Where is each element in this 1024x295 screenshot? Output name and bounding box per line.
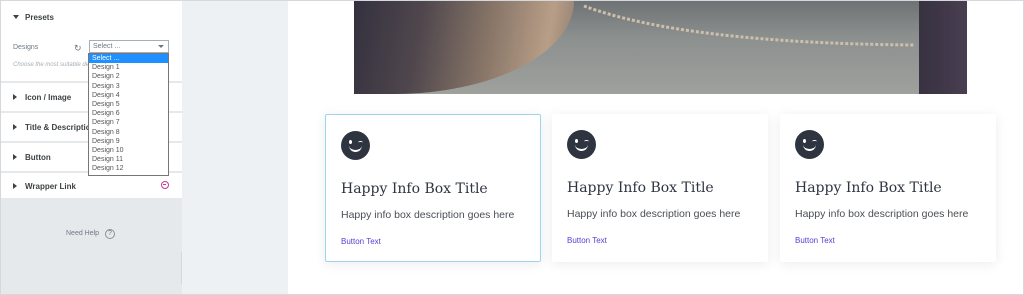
icon-image-label: Icon / Image [25, 93, 72, 102]
dropdown-option[interactable]: Design 12 [89, 164, 168, 173]
wink-emoji-icon [795, 130, 824, 159]
designs-dropdown-list: Select ... Design 1 Design 2 Design 3 De… [88, 53, 169, 176]
dropdown-option[interactable]: Design 3 [89, 82, 168, 91]
caret-down-icon [13, 15, 19, 19]
wrapper-link-section[interactable]: Wrapper Link [1, 173, 182, 198]
info-box-button[interactable]: Button Text [795, 236, 835, 245]
wink-emoji-icon [341, 131, 370, 160]
dropdown-option[interactable]: Design 8 [89, 128, 168, 137]
info-box-button[interactable]: Button Text [567, 236, 607, 245]
wrapper-link-label: Wrapper Link [25, 182, 76, 191]
info-box-card[interactable]: Happy Info Box Title Happy info box desc… [325, 114, 541, 262]
dropdown-option[interactable]: Design 6 [89, 109, 168, 118]
preview-gutter [182, 1, 288, 294]
button-label: Button [25, 153, 51, 162]
caret-right-icon [13, 183, 17, 189]
info-box-card[interactable]: Happy Info Box Title Happy info box desc… [552, 114, 768, 262]
refresh-icon[interactable]: ↻ [74, 44, 82, 53]
info-box-card[interactable]: Happy Info Box Title Happy info box desc… [780, 114, 996, 262]
info-box-title: Happy Info Box Title [795, 180, 942, 196]
hero-photo [354, 1, 967, 94]
caret-right-icon [13, 154, 17, 160]
dropdown-option[interactable]: Design 10 [89, 146, 168, 155]
dropdown-option[interactable]: Design 11 [89, 155, 168, 164]
dropdown-option[interactable]: Design 1 [89, 63, 168, 72]
dropdown-option[interactable]: Design 4 [89, 91, 168, 100]
dropdown-option[interactable]: Design 7 [89, 118, 168, 127]
designs-label: Designs [13, 44, 39, 51]
designs-select[interactable]: Select ... [89, 40, 169, 53]
need-help-link[interactable]: Need Help [66, 230, 99, 237]
help-icon[interactable]: ? [105, 229, 115, 239]
presets-help-text: Choose the most suitable design [13, 62, 101, 68]
info-box-title: Happy Info Box Title [567, 180, 714, 196]
info-box-title: Happy Info Box Title [341, 181, 488, 197]
dropdown-option[interactable]: Select ... [89, 54, 168, 64]
presets-heading: Presets [25, 13, 54, 22]
info-box-description: Happy info box description goes here [795, 208, 969, 220]
wink-emoji-icon [567, 130, 596, 159]
pro-feature-icon [161, 181, 169, 189]
caret-right-icon [13, 124, 17, 130]
info-box-button[interactable]: Button Text [341, 237, 381, 246]
title-description-label: Title & Description [25, 123, 96, 132]
info-box-description: Happy info box description goes here [567, 208, 741, 220]
designs-select-value: Select ... [93, 43, 121, 50]
dropdown-option[interactable]: Design 5 [89, 100, 168, 109]
dropdown-option[interactable]: Design 2 [89, 72, 168, 81]
info-box-description: Happy info box description goes here [341, 209, 515, 221]
dropdown-option[interactable]: Design 9 [89, 137, 168, 146]
photo-tint [354, 1, 967, 94]
caret-right-icon [13, 94, 17, 100]
select-arrow-icon [158, 45, 164, 48]
